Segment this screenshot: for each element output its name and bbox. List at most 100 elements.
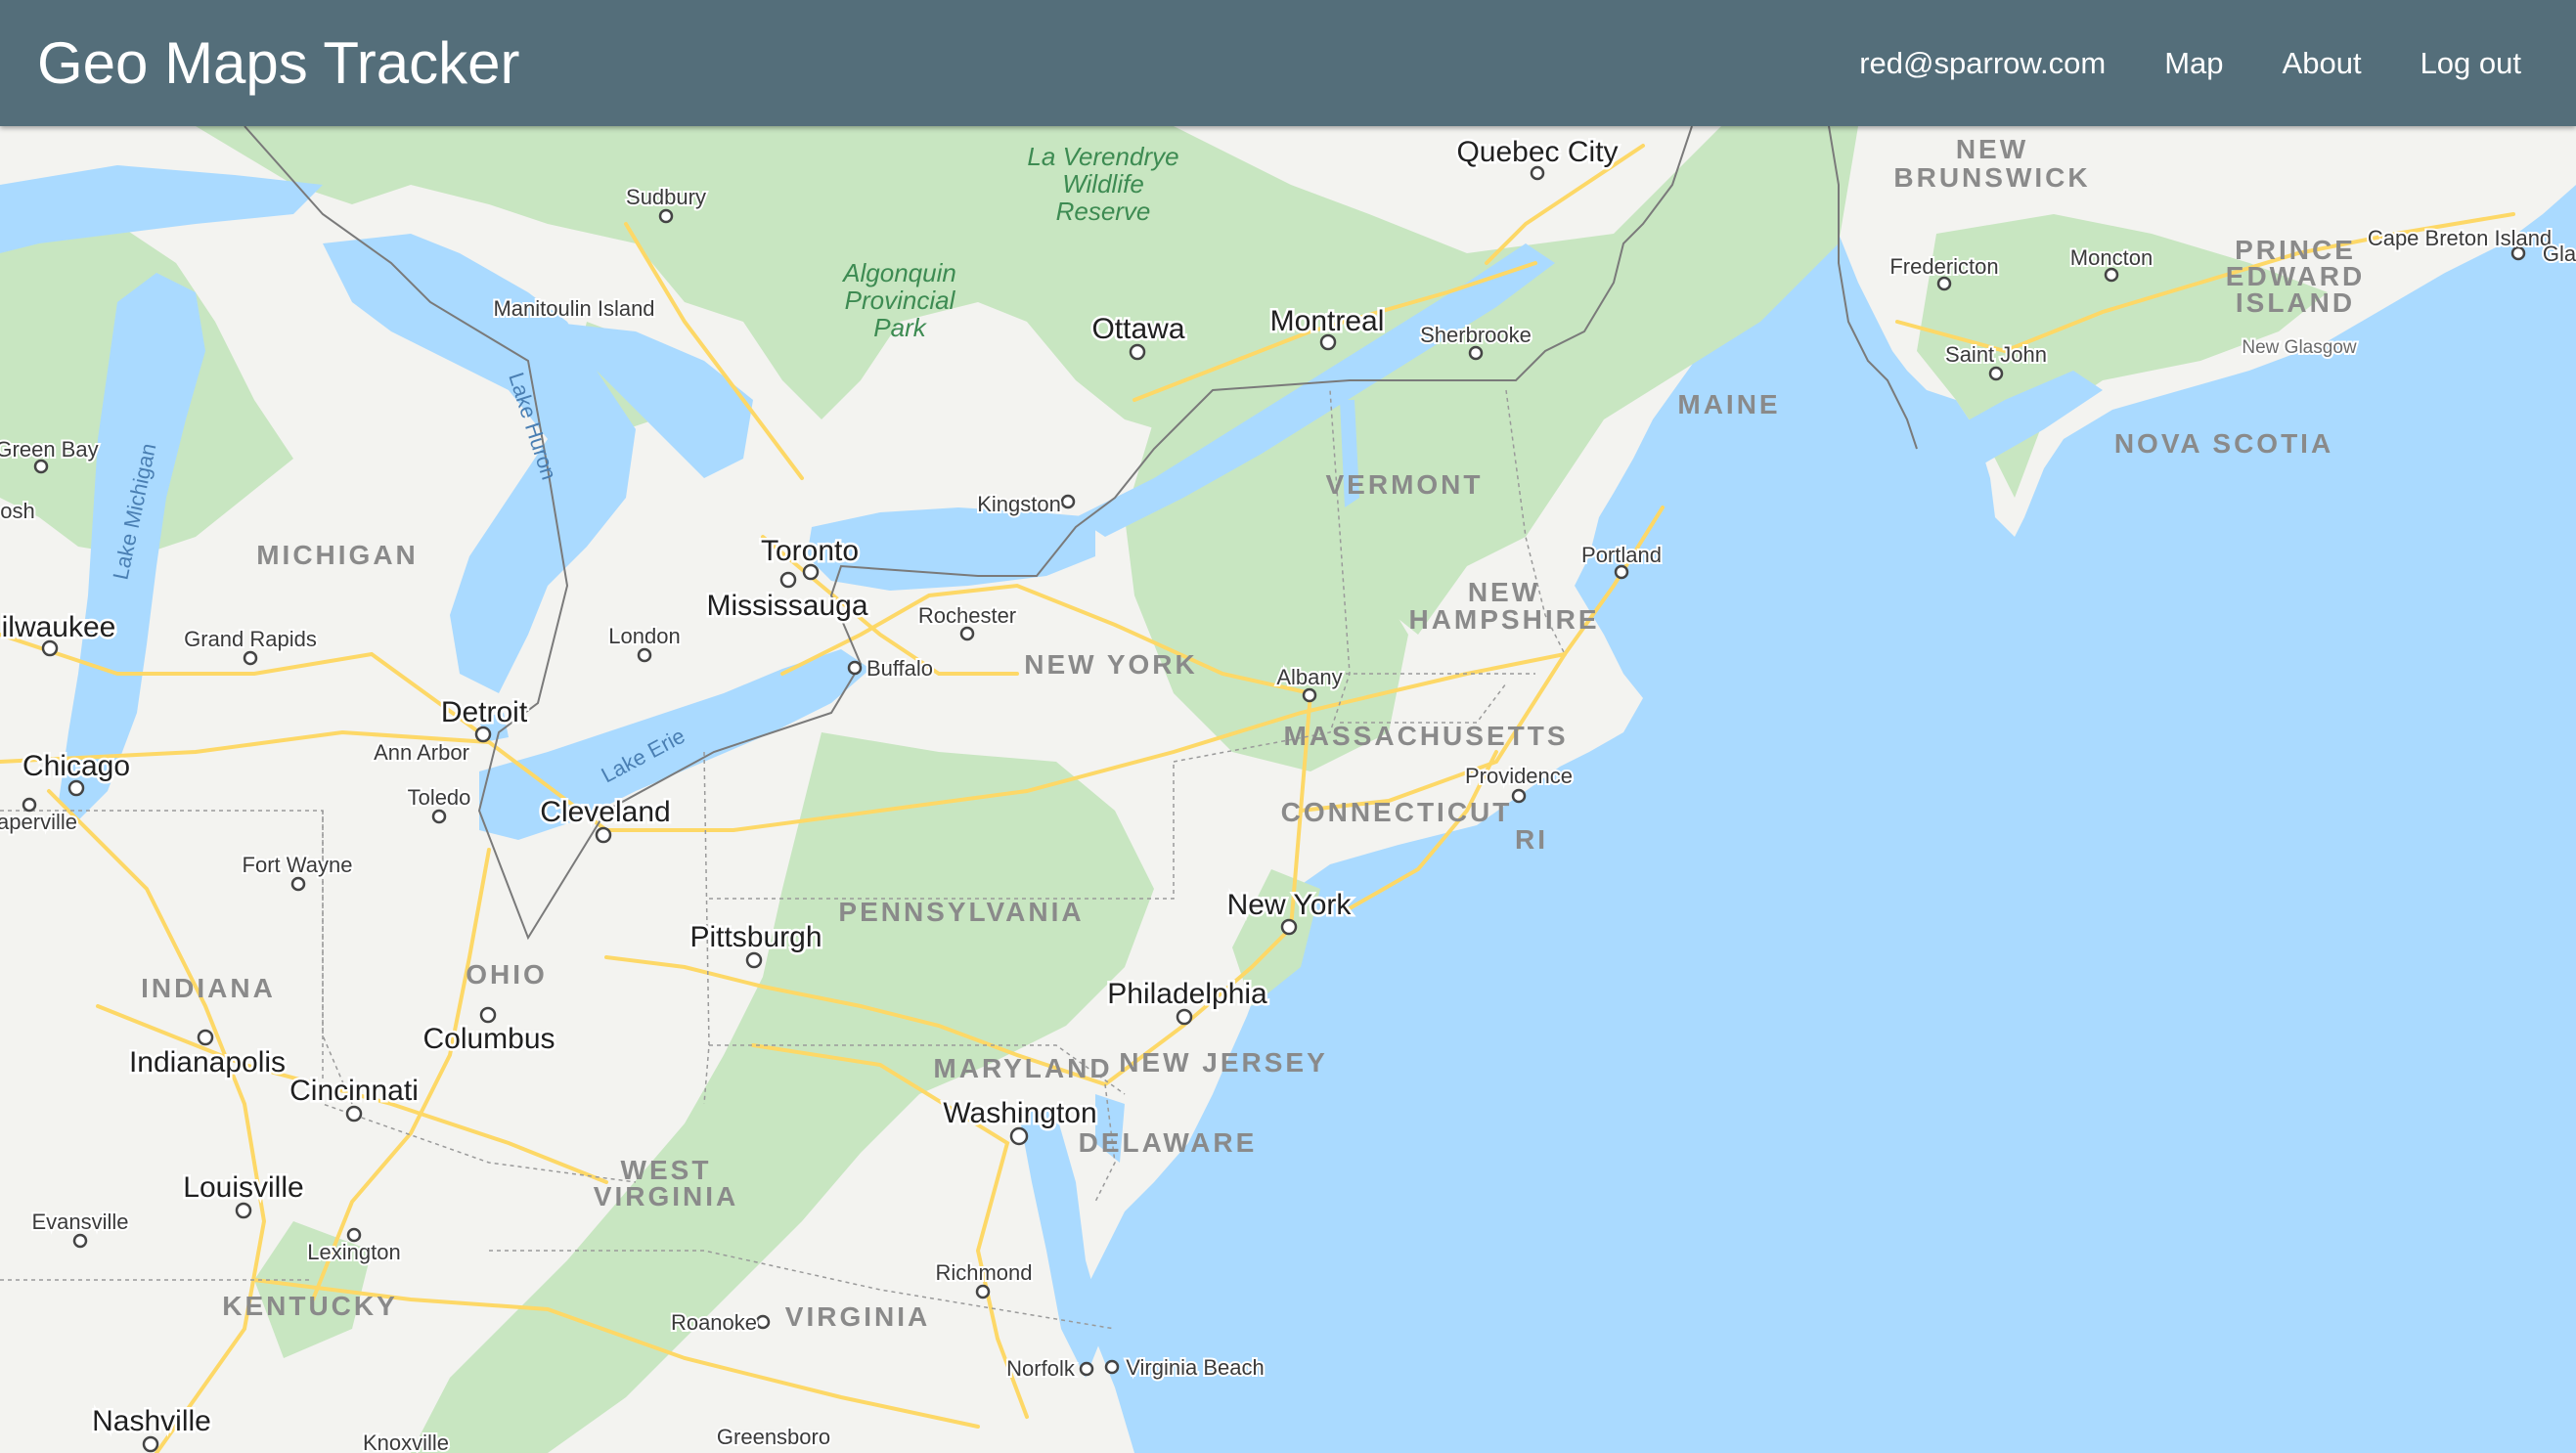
city-label: Ottawa <box>1091 313 1184 345</box>
city-label: Providence <box>1465 764 1573 788</box>
city-marker <box>1079 1361 1094 1377</box>
city-label: Moncton <box>2070 245 2153 270</box>
city-label: New Glasgow <box>2242 337 2356 358</box>
city-label: Chicago <box>22 750 130 782</box>
city-label: Knoxville <box>363 1431 449 1453</box>
city-label: Portland <box>1581 543 1662 567</box>
region-label: KENTUCKY <box>222 1291 398 1321</box>
city-marker <box>479 1006 497 1024</box>
city-label: London <box>608 624 680 648</box>
logout-link[interactable]: Log out <box>2421 46 2521 81</box>
park-label: Reserve <box>1056 197 1151 226</box>
region-label: VIRGINIA <box>785 1301 930 1332</box>
city-marker <box>1009 1126 1029 1146</box>
region-label: MARYLAND <box>933 1053 1112 1083</box>
city-marker <box>243 650 258 666</box>
city-label: Manitoulin Island <box>493 296 654 321</box>
park-label: Wildlife <box>1062 169 1144 198</box>
region-label: NOVA SCOTIA <box>2114 428 2333 459</box>
city-marker <box>33 459 49 474</box>
city-marker <box>1302 687 1317 703</box>
park-label: Provincial <box>845 286 956 315</box>
city-label: Washington <box>943 1097 1096 1129</box>
map-canvas[interactable]: La Verendrye Wildlife Reserve Algonquin … <box>0 126 2576 1453</box>
city-marker <box>142 1435 159 1453</box>
city-marker <box>779 571 797 589</box>
park-label: Algonquin <box>841 258 956 287</box>
city-marker <box>1280 918 1298 936</box>
city-label: Saint John <box>1945 342 2047 367</box>
city-label: Louisville <box>183 1171 303 1204</box>
city-label: Greensboro <box>717 1425 830 1449</box>
region-label: VERMONT <box>1326 469 1484 500</box>
region-label: DELAWARE <box>1079 1127 1258 1158</box>
navbar: Geo Maps Tracker red@sparrow.com Map Abo… <box>0 0 2576 126</box>
city-marker <box>197 1029 214 1046</box>
city-marker <box>1319 333 1337 351</box>
city-label: Toledo <box>408 785 471 810</box>
city-marker <box>345 1105 363 1123</box>
city-marker <box>1468 345 1484 361</box>
city-marker <box>658 208 674 224</box>
city-label: Albany <box>1276 665 1342 689</box>
region-label: MICHIGAN <box>256 540 419 570</box>
city-label: Nashville <box>92 1405 211 1437</box>
city-label: Cincinnati <box>289 1075 419 1107</box>
city-marker <box>975 1284 991 1299</box>
map-link[interactable]: Map <box>2164 46 2223 81</box>
user-email-link[interactable]: red@sparrow.com <box>1859 46 2106 81</box>
city-marker <box>1614 564 1629 580</box>
about-link[interactable]: About <box>2283 46 2362 81</box>
city-marker <box>474 726 492 743</box>
city-marker <box>41 639 59 657</box>
city-label: Rochester <box>918 603 1016 628</box>
city-marker <box>637 647 652 663</box>
city-label: Ann Arbor <box>374 740 469 765</box>
city-marker <box>290 876 306 892</box>
city-label: Cape Breton Island <box>2368 226 2552 250</box>
nav-links: red@sparrow.com Map About Log out <box>1830 46 2551 81</box>
region-label: PENNSYLVANIA <box>838 897 1084 927</box>
map-svg[interactable]: La Verendrye Wildlife Reserve Algonquin … <box>0 126 2576 1453</box>
city-marker <box>1511 788 1527 804</box>
city-label: Kingston <box>977 492 1061 516</box>
city-label: Montreal <box>1270 305 1385 337</box>
city-label: New York <box>1227 889 1353 921</box>
city-label: Grand Rapids <box>184 627 317 651</box>
city-label: Fort Wayne <box>243 853 353 877</box>
region-label: HAMPSHIRE <box>1408 604 1599 635</box>
city-marker <box>745 951 763 969</box>
city-label: Indianapolis <box>129 1046 286 1079</box>
city-marker <box>847 660 863 676</box>
region-label: BRUNSWICK <box>1893 162 2090 193</box>
city-label: Columbus <box>422 1023 555 1055</box>
city-marker <box>802 563 820 581</box>
city-marker <box>1060 494 1076 509</box>
region-label: RI <box>1515 824 1548 855</box>
city-label: Evansville <box>31 1210 128 1234</box>
region-label: MASSACHUSETTS <box>1283 721 1568 751</box>
city-marker <box>72 1233 88 1249</box>
city-marker <box>1988 366 2004 381</box>
city-label: ilwaukee <box>2 611 116 643</box>
city-label: Lexington <box>307 1240 400 1264</box>
region-label: NEW JERSEY <box>1119 1047 1328 1078</box>
city-label: Philadelphia <box>1107 978 1267 1010</box>
city-label: aperville <box>0 810 77 834</box>
region-label: VIRGINIA <box>594 1181 738 1211</box>
city-label: Buffalo <box>866 656 933 681</box>
city-marker <box>431 809 447 824</box>
city-label: Detroit <box>441 696 528 728</box>
city-label: Roanoke <box>671 1310 757 1335</box>
region-label: INDIANA <box>141 973 276 1003</box>
region-label: OHIO <box>466 959 548 990</box>
brand-title[interactable]: Geo Maps Tracker <box>37 29 520 97</box>
city-marker <box>2104 267 2119 283</box>
park-label: Park <box>873 313 927 342</box>
city-label: Cleveland <box>540 796 670 828</box>
city-marker <box>1530 165 1545 181</box>
region-label: NEW <box>1468 577 1540 607</box>
city-label: Gla <box>2543 242 2576 266</box>
city-label: Sudbury <box>626 185 706 209</box>
city-label: Norfolk <box>1006 1356 1076 1381</box>
